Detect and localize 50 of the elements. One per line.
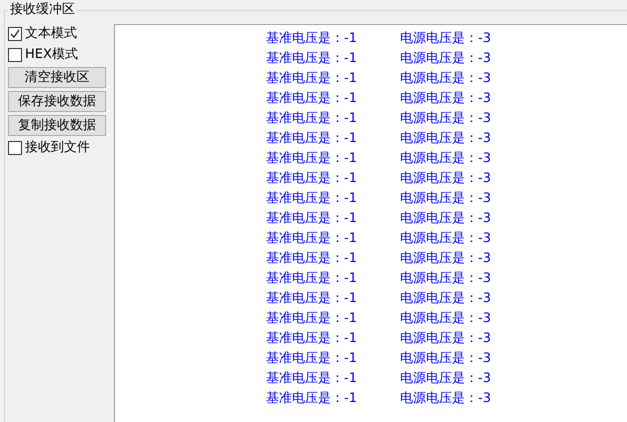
received-text: 电源电压是：-3 [400,270,491,288]
checkbox[interactable] [8,27,22,41]
checkbox[interactable] [8,48,22,62]
received-text: 基准电压是：-1 [266,230,358,248]
received-text: 电源电压是：-3 [400,190,491,208]
received-text: 电源电压是：-3 [400,390,491,408]
receive-text-area[interactable] [114,24,627,422]
received-text: 电源电压是：-3 [400,370,491,388]
button[interactable]: 复制接收数据 [8,115,106,136]
received-text: 基准电压是：-1 [266,250,358,268]
received-text: 基准电压是：-1 [266,50,358,68]
checkbox-label: 文本模式 [25,26,77,42]
received-text: 电源电压是：-3 [400,210,491,228]
received-text: 基准电压是：-1 [266,190,358,208]
received-text: 基准电压是：-1 [266,150,358,168]
received-text: 电源电压是：-3 [400,90,491,108]
received-text: 基准电压是：-1 [266,210,358,228]
checkmark-icon [10,29,20,39]
received-text: 电源电压是：-3 [400,170,491,188]
received-text: 基准电压是：-1 [266,70,358,88]
received-text: 电源电压是：-3 [400,70,491,88]
received-text: 基准电压是：-1 [266,330,358,348]
received-text: 基准电压是：-1 [266,310,358,328]
button[interactable]: 保存接收数据 [8,91,106,112]
received-text: 电源电压是：-3 [400,250,491,268]
received-text: 电源电压是：-3 [400,290,491,308]
received-text: 基准电压是：-1 [266,350,358,368]
received-text: 电源电压是：-3 [400,330,491,348]
received-text: 基准电压是：-1 [266,90,358,108]
received-text: 基准电压是：-1 [266,270,358,288]
received-text: 基准电压是：-1 [266,370,358,388]
checkbox[interactable] [8,141,22,155]
received-text: 基准电压是：-1 [266,170,358,188]
received-text: 基准电压是：-1 [266,130,358,148]
checkbox-label: 接收到文件 [25,140,90,156]
received-text: 电源电压是：-3 [400,110,491,128]
checkbox-label: HEX模式 [25,47,78,63]
received-text: 电源电压是：-3 [400,50,491,68]
received-text: 电源电压是：-3 [400,230,491,248]
received-text: 电源电压是：-3 [400,150,491,168]
received-text: 电源电压是：-3 [400,350,491,368]
received-text: 基准电压是：-1 [266,290,358,308]
button[interactable]: 清空接收区 [8,67,106,88]
group-title: 接收缓冲区 [8,2,77,18]
received-text: 基准电压是：-1 [266,110,358,128]
received-text: 电源电压是：-3 [400,130,491,148]
received-text: 电源电压是：-3 [400,30,491,48]
received-text: 电源电压是：-3 [400,310,491,328]
received-text: 基准电压是：-1 [266,390,358,408]
received-text: 基准电压是：-1 [266,30,358,48]
